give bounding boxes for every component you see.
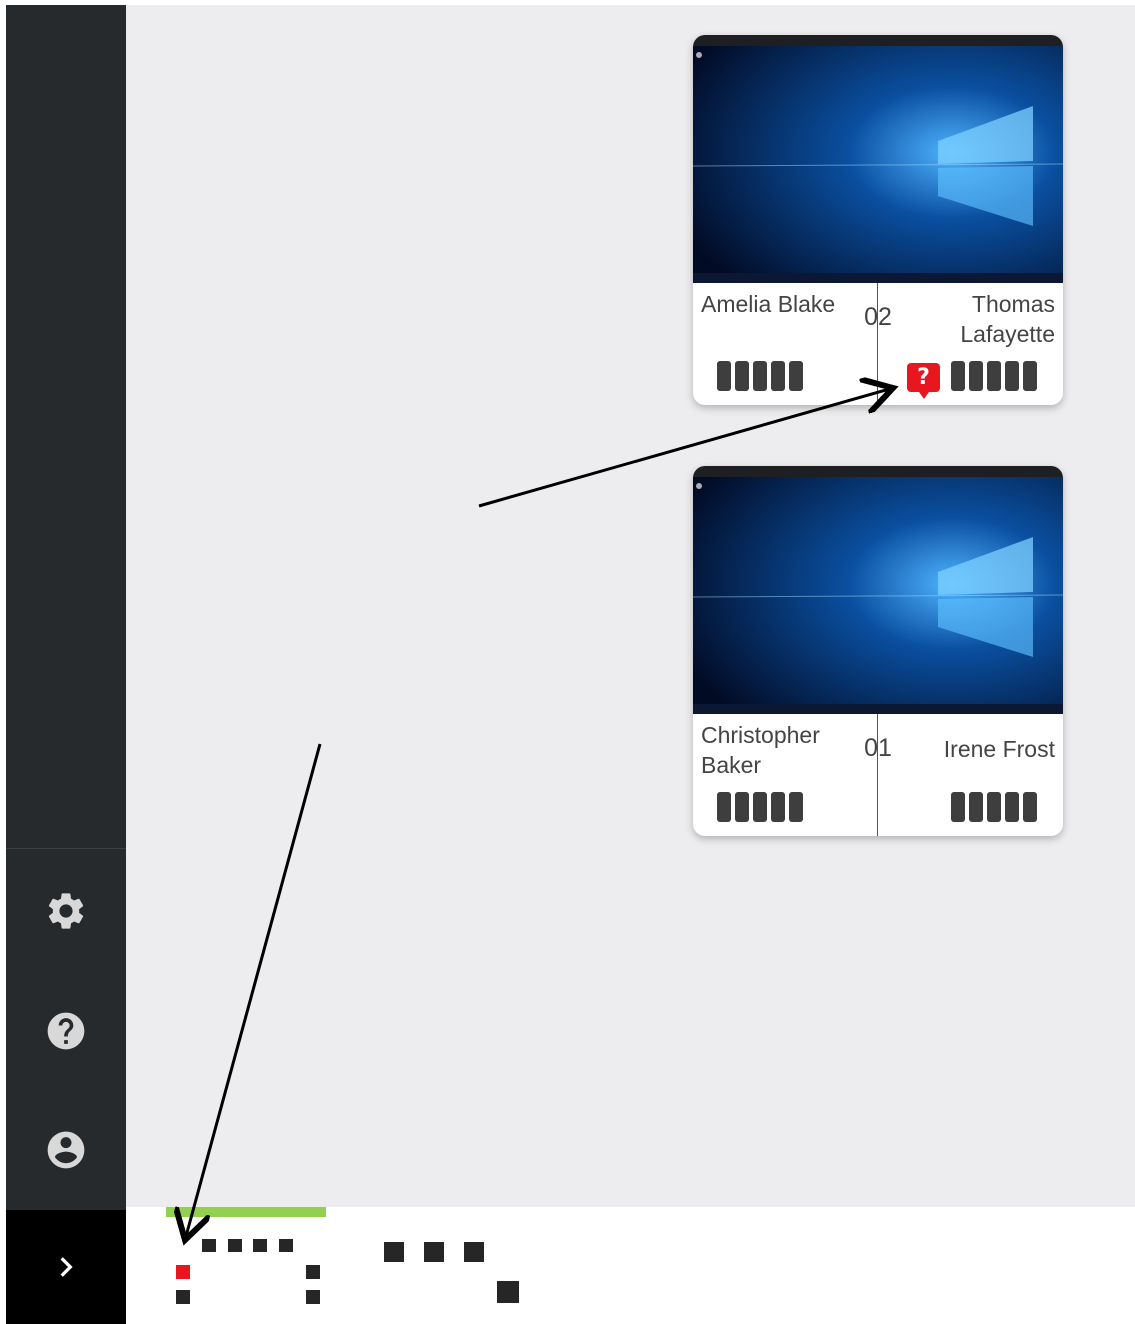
right-status-bars (951, 792, 1037, 822)
main-area: Amelia Blake 02 Thomas Lafayette ? Chris… (126, 5, 1135, 1207)
gear-icon (48, 893, 84, 929)
card-divider (877, 283, 878, 405)
expand-sidebar-button[interactable] (6, 1210, 126, 1324)
windows-desktop-image (693, 477, 1063, 714)
session-card[interactable]: Amelia Blake 02 Thomas Lafayette ? (693, 35, 1063, 405)
help-button[interactable] (44, 1009, 88, 1053)
settings-button[interactable] (44, 889, 88, 933)
account-button[interactable] (44, 1128, 88, 1172)
active-indicator (166, 1207, 326, 1217)
right-status-bars (951, 361, 1037, 391)
sidebar (6, 5, 126, 1210)
left-status-bars (717, 361, 803, 391)
windows-desktop-image (693, 46, 1063, 283)
alert-indicator (176, 1265, 190, 1279)
right-user-name: Thomas Lafayette (960, 291, 1055, 347)
card-divider (877, 714, 878, 836)
help-circle-icon (47, 1012, 85, 1050)
screen-thumbnail[interactable] (693, 466, 1063, 714)
account-circle-icon (47, 1131, 85, 1169)
screen-thumbnail[interactable] (693, 35, 1063, 283)
chevron-right-icon (60, 1257, 73, 1277)
left-user-name: Amelia Blake (701, 291, 836, 317)
left-status-bars (717, 792, 803, 822)
sidebar-divider (6, 848, 126, 849)
bottom-bar (126, 1207, 1135, 1324)
right-user-name: Irene Frost (943, 736, 1055, 762)
left-user-name: Christopher Baker (701, 722, 820, 778)
session-card[interactable]: Christopher Baker 01 Irene Frost (693, 466, 1063, 836)
help-request-badge[interactable]: ? (907, 363, 940, 399)
